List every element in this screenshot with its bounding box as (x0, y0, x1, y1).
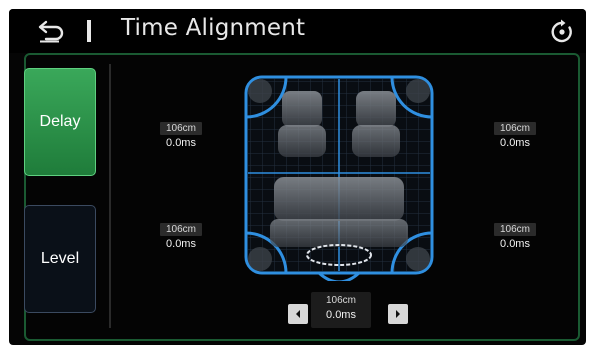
page-title: Time Alignment (121, 15, 306, 41)
title-bar: Time Alignment (9, 9, 586, 53)
rear-right-speaker-readout: 106cm 0.0ms (484, 217, 546, 250)
front-left-delay: 0.0ms (166, 137, 196, 149)
subwoofer-delay: 0.0ms (326, 309, 356, 321)
level-button-label: Level (40, 250, 80, 267)
subwoofer-distance: 106cm (325, 295, 356, 306)
back-arrow-icon[interactable] (37, 18, 67, 44)
subwoofer-readout: 106cm 0.0ms (311, 292, 371, 328)
front-left-distance: 106cm (159, 122, 202, 135)
reset-icon[interactable] (549, 19, 575, 45)
increase-button[interactable] (388, 304, 408, 324)
front-left-speaker-readout: 106cm 0.0ms (150, 116, 212, 149)
rear-right-delay: 0.0ms (500, 238, 530, 250)
front-right-distance: 106cm (493, 122, 536, 135)
sidebar-separator (109, 64, 111, 328)
car-cabin-diagram (244, 75, 434, 281)
front-right-delay: 0.0ms (500, 137, 530, 149)
chevron-right-icon (396, 310, 400, 318)
rear-left-speaker-readout: 106cm 0.0ms (150, 217, 212, 250)
decrease-button[interactable] (288, 304, 308, 324)
level-button[interactable]: Level (24, 205, 96, 313)
title-divider (87, 20, 91, 42)
chevron-left-icon (296, 310, 300, 318)
rear-right-distance: 106cm (493, 223, 536, 236)
front-left-seat (278, 91, 326, 157)
delay-button-label: Delay (39, 113, 81, 130)
front-right-speaker-readout: 106cm 0.0ms (484, 116, 546, 149)
delay-button[interactable]: Delay (24, 68, 96, 176)
rear-bench-seat (270, 177, 408, 247)
rear-left-delay: 0.0ms (166, 238, 196, 250)
rear-left-distance: 106cm (159, 223, 202, 236)
front-right-seat (352, 91, 400, 157)
